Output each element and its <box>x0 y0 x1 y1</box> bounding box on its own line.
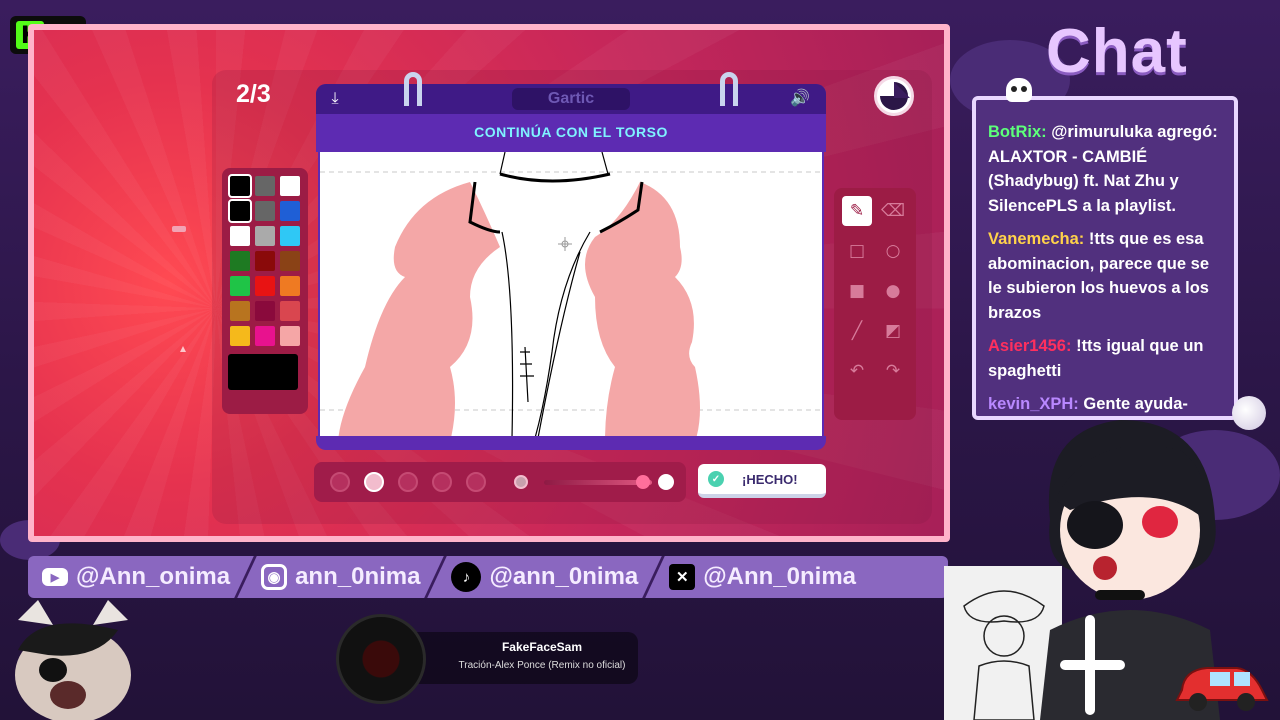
check-icon: ✓ <box>708 471 724 487</box>
eraser-icon[interactable]: ⌫ <box>878 196 908 226</box>
round-indicator: 2/3 <box>236 80 271 108</box>
color-swatch[interactable] <box>280 226 300 246</box>
board-header: ⤓ Gartic 🔊 CONTINÚA CON EL TORSO <box>316 84 826 152</box>
social-handle: @ann_0nima <box>489 563 639 590</box>
drawing-canvas[interactable] <box>318 152 824 438</box>
car-sticker <box>1175 667 1269 711</box>
color-swatch[interactable] <box>228 174 252 198</box>
chat-message: Asier1456: !tts igual que un spaghetti <box>988 334 1224 383</box>
chat-message: Vanemecha: !tts que es esa abominacion, … <box>988 227 1224 325</box>
social-link[interactable]: ▶ @Ann_onima <box>28 556 244 598</box>
social-handle: @Ann_0nima <box>703 563 857 590</box>
color-swatch[interactable] <box>230 276 250 296</box>
marker-decoration <box>172 226 186 232</box>
chat-username[interactable]: Asier1456: <box>988 337 1071 355</box>
download-icon[interactable]: ⤓ <box>326 90 344 108</box>
done-label: ¡HECHO! <box>742 471 798 487</box>
drawing-board: ⤓ Gartic 🔊 CONTINÚA CON EL TORSO <box>316 72 826 450</box>
youtube-icon: ▶ <box>42 568 68 586</box>
crosshair-icon <box>558 237 572 251</box>
track-artist: FakeFaceSam <box>501 640 583 654</box>
color-palette <box>222 168 308 414</box>
color-swatch[interactable] <box>255 176 275 196</box>
game-window: 2/3 ⤓ Gartic 🔊 CONTINÚA CON EL TORSO ✎ ⌫… <box>28 24 950 542</box>
swatch-grid <box>228 174 302 346</box>
social-handle: ann_0nima <box>295 563 421 590</box>
ring-decoration <box>404 72 422 106</box>
timer-icon <box>874 76 914 116</box>
color-swatch[interactable] <box>255 251 275 271</box>
chat-username[interactable]: Vanemecha: <box>988 230 1084 248</box>
size-option[interactable] <box>432 472 452 492</box>
opacity-slider-min[interactable] <box>514 475 528 489</box>
square-fill-icon[interactable]: ■ <box>842 276 872 306</box>
social-link[interactable]: ♪ @ann_0nima <box>437 556 652 598</box>
done-button[interactable]: ✓ ¡HECHO! <box>698 464 826 498</box>
now-playing: FakeFaceSam Tración-Alex Ponce (Remix no… <box>336 614 640 704</box>
color-swatch[interactable] <box>280 176 300 196</box>
opacity-slider-max[interactable] <box>658 474 674 490</box>
color-swatch[interactable] <box>230 326 250 346</box>
volume-icon[interactable]: 🔊 <box>790 90 810 108</box>
current-color[interactable] <box>228 354 298 390</box>
opacity-slider-handle[interactable] <box>636 475 650 489</box>
tool-panel: ✎ ⌫ □ ○ ■ ● ╱ ◩ ↶ ↷ <box>834 188 916 420</box>
chat-message: BotRix: @rimuruluka agregó: ALAXTOR - CA… <box>988 120 1224 218</box>
color-swatch[interactable] <box>228 199 252 223</box>
gartic-logo: Gartic <box>512 88 630 110</box>
redo-icon[interactable]: ↷ <box>878 356 908 386</box>
line-icon[interactable]: ╱ <box>842 316 872 346</box>
color-swatch[interactable] <box>230 226 250 246</box>
color-swatch[interactable] <box>230 251 250 271</box>
instagram-icon: ◉ <box>261 564 288 590</box>
color-swatch[interactable] <box>280 276 300 296</box>
marker-decoration <box>180 346 186 352</box>
ring-decoration <box>720 72 738 106</box>
chat-title: Chat <box>1046 17 1188 86</box>
bucket-icon[interactable]: ◩ <box>878 316 908 346</box>
color-swatch[interactable] <box>280 301 300 321</box>
circle-fill-icon[interactable]: ● <box>878 276 908 306</box>
color-swatch[interactable] <box>280 326 300 346</box>
track-title: Tración-Alex Ponce (Remix no oficial) <box>458 660 626 671</box>
color-swatch[interactable] <box>280 201 300 221</box>
social-handle: @Ann_onima <box>76 563 231 590</box>
brush-controls <box>314 462 686 502</box>
x-icon: ✕ <box>669 564 696 590</box>
color-swatch[interactable] <box>255 201 275 221</box>
size-option[interactable] <box>330 472 350 492</box>
pencil-icon[interactable]: ✎ <box>842 196 872 226</box>
webcam-avatar <box>15 600 131 720</box>
undo-icon[interactable]: ↶ <box>842 356 872 386</box>
color-swatch[interactable] <box>255 226 275 246</box>
color-swatch[interactable] <box>280 251 300 271</box>
social-link[interactable]: ◉ ann_0nima <box>247 556 434 598</box>
album-art <box>336 614 426 704</box>
social-link[interactable]: ✕ @Ann_0nima <box>655 556 870 598</box>
color-swatch[interactable] <box>255 326 275 346</box>
drawing <box>320 152 822 436</box>
color-swatch[interactable] <box>230 301 250 321</box>
prompt-title: CONTINÚA CON EL TORSO <box>474 124 668 140</box>
circle-outline-icon[interactable]: ○ <box>878 236 908 266</box>
chat-username[interactable]: BotRix: <box>988 123 1047 141</box>
tiktok-icon: ♪ <box>451 562 482 592</box>
size-option[interactable] <box>398 472 418 492</box>
square-outline-icon[interactable]: □ <box>842 236 872 266</box>
social-links-bar: ▶ @Ann_onima ◉ ann_0nima ♪ @ann_0nima ✕ @Ann_0n… <box>28 556 948 598</box>
skull-icon <box>1006 78 1032 102</box>
track-info: FakeFaceSam Tración-Alex Ponce (Remix no… <box>406 632 638 684</box>
size-option[interactable] <box>364 472 384 492</box>
color-swatch[interactable] <box>255 276 275 296</box>
color-swatch[interactable] <box>255 301 275 321</box>
size-option[interactable] <box>466 472 486 492</box>
chat-panel: BotRix: @rimuruluka agregó: ALAXTOR - CA… <box>972 96 1238 420</box>
